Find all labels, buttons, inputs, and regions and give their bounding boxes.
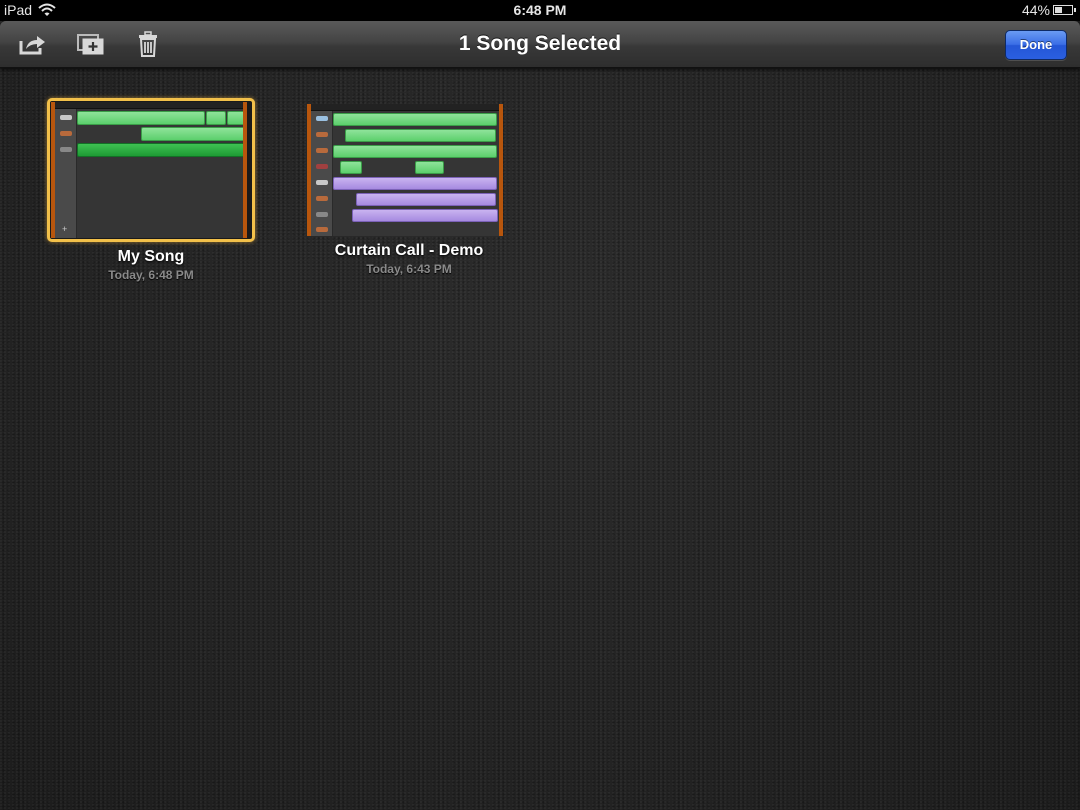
battery-icon — [1053, 5, 1076, 15]
instrument-icon — [316, 227, 328, 232]
song-name: My Song — [117, 248, 185, 265]
song-tile[interactable]: Curtain Call - Demo Today, 6:43 PM — [304, 98, 514, 276]
song-thumbnail — [307, 104, 503, 236]
track-headers: + — [55, 109, 77, 238]
guitar-icon — [316, 180, 328, 185]
song-date: Today, 6:48 PM — [108, 268, 194, 282]
region — [227, 111, 243, 125]
song-name: Curtain Call - Demo — [334, 242, 484, 259]
region — [333, 177, 497, 190]
region — [352, 209, 498, 222]
toolbar: 1 Song Selected Done — [0, 21, 1080, 68]
drums-icon — [316, 116, 328, 121]
region — [333, 145, 497, 158]
clock: 6:48 PM — [513, 2, 567, 18]
bass-icon — [316, 196, 328, 201]
region — [356, 193, 496, 206]
song-tile[interactable]: + My Song Today, 6:48 PM — [46, 98, 256, 282]
guitar-icon — [316, 132, 328, 137]
status-bar: iPad 6:48 PM 44% — [0, 0, 1080, 21]
instrument-icon — [316, 164, 328, 169]
keyboard-icon — [60, 115, 72, 120]
done-button[interactable]: Done — [1005, 30, 1067, 60]
region — [77, 143, 243, 157]
region — [206, 111, 226, 125]
track-headers — [311, 111, 333, 236]
add-track-icon: + — [62, 224, 68, 234]
toolbar-title: 1 Song Selected — [458, 32, 622, 55]
song-date: Today, 6:43 PM — [366, 262, 452, 276]
sampler-icon — [60, 147, 72, 152]
region — [345, 129, 496, 142]
timeline-ruler — [311, 104, 499, 111]
region — [333, 113, 497, 126]
region — [77, 111, 205, 125]
battery-fill — [1055, 7, 1062, 13]
track-grid — [77, 109, 243, 238]
timeline-ruler — [55, 102, 243, 109]
battery-percent: 44% — [1021, 2, 1050, 18]
instrument-icon — [60, 131, 72, 136]
keyboard-icon — [316, 148, 328, 153]
region — [141, 127, 243, 141]
region — [415, 161, 444, 174]
mic-icon — [316, 212, 328, 217]
song-thumbnail: + — [51, 102, 247, 238]
song-thumbnail-frame[interactable] — [307, 104, 511, 236]
region — [340, 161, 362, 174]
song-thumbnail-selected[interactable]: + — [47, 98, 255, 242]
track-grid — [333, 111, 499, 236]
